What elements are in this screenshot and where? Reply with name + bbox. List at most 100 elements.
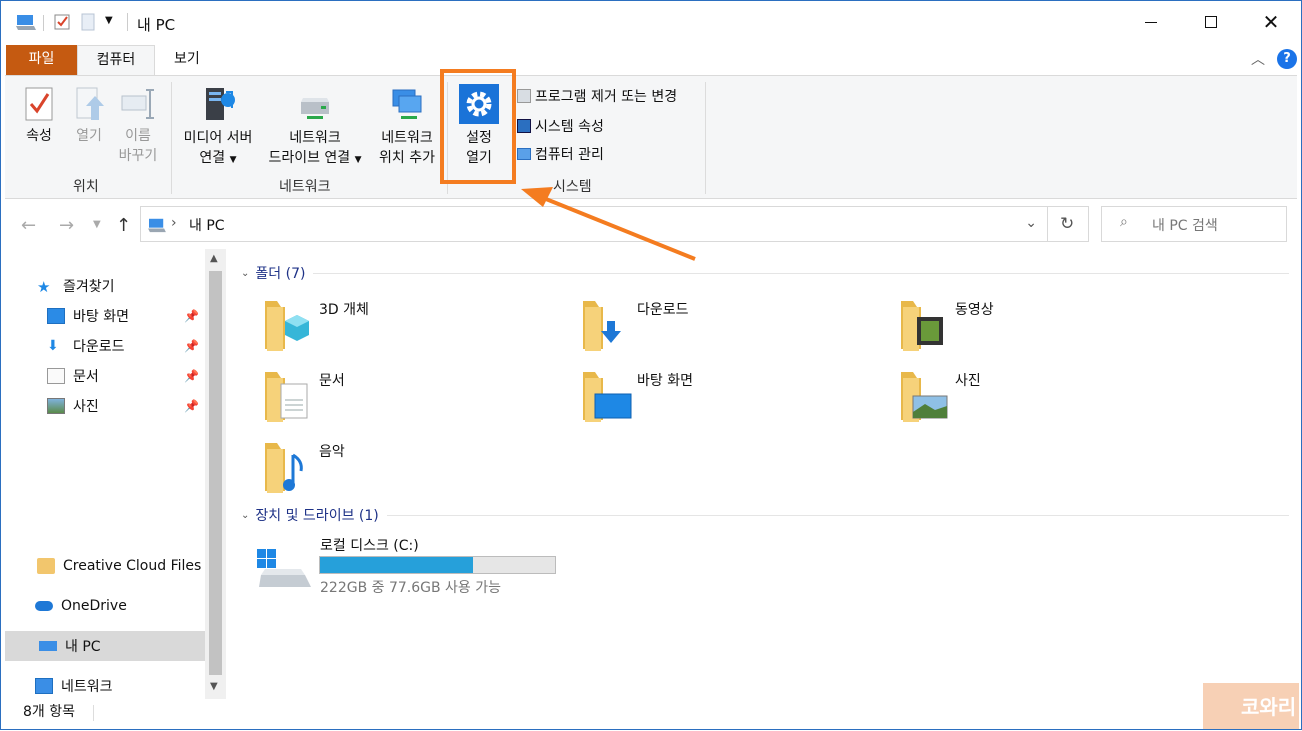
network-icon — [35, 678, 53, 694]
refresh-button[interactable]: ↻ — [1048, 206, 1089, 242]
desktop-folder-icon — [583, 372, 632, 422]
map-drive-button[interactable]: 네트워크 드라이브 연결 ▼ — [261, 84, 369, 170]
folders-header-label: 폴더 (7) — [255, 266, 306, 282]
tab-view[interactable]: 보기 — [161, 45, 213, 75]
uninstall-label: 프로그램 제거 또는 변경 — [535, 89, 678, 105]
back-arrow-icon[interactable]: ← — [21, 215, 36, 236]
folder-label: 동영상 — [955, 302, 994, 318]
properties-button[interactable]: 속성 — [19, 86, 59, 146]
tab-computer[interactable]: 컴퓨터 — [77, 45, 155, 75]
music-folder-icon — [265, 443, 303, 493]
group-separator — [705, 82, 706, 194]
recent-locations-icon[interactable]: ▼ — [93, 219, 101, 230]
nav-creative-cloud[interactable]: Creative Cloud Files — [5, 551, 205, 581]
folder-label: 바탕 화면 — [637, 373, 693, 389]
title-bar: ▼ 내 PC ✕ — [1, 1, 1301, 43]
customize-quick-access-icon[interactable]: ▼ — [105, 15, 113, 37]
help-icon[interactable]: ? — [1277, 49, 1297, 69]
system-properties-button[interactable]: 시스템 속성 — [517, 116, 604, 136]
scroll-thumb[interactable] — [209, 271, 222, 675]
nav-this-pc[interactable]: 내 PC — [5, 631, 205, 661]
drive-usage-bar — [319, 556, 556, 574]
folder-music[interactable]: 음악 — [263, 441, 543, 505]
folder-pictures[interactable]: 사진 — [899, 370, 1179, 434]
computer-management-button[interactable]: 컴퓨터 관리 — [517, 144, 604, 164]
scroll-down-icon[interactable]: ▼ — [210, 681, 218, 692]
3d-objects-folder-icon — [265, 301, 309, 351]
media-server-button[interactable]: 미디어 서버 연결 ▼ — [175, 84, 261, 170]
drive-free-space: 222GB 중 77.6GB 사용 가능 — [320, 580, 502, 596]
nav-scrollbar[interactable]: ▲ ▼ — [205, 249, 226, 699]
nav-onedrive[interactable]: OneDrive — [5, 591, 205, 621]
address-bar[interactable]: › 내 PC ⌄ — [140, 206, 1048, 242]
address-dropdown-icon[interactable]: ⌄ — [1025, 215, 1037, 231]
folders-section-header[interactable]: ⌄ 폴더 (7) — [241, 263, 1289, 283]
tab-file[interactable]: 파일 — [6, 45, 77, 75]
open-button[interactable]: 열기 — [69, 86, 109, 146]
forward-arrow-icon[interactable]: → — [59, 215, 74, 236]
collapse-icon: ⌄ — [241, 267, 250, 279]
collapse-icon: ⌄ — [241, 509, 250, 521]
close-button[interactable]: ✕ — [1241, 1, 1301, 43]
pin-icon[interactable]: 📌 — [184, 369, 199, 383]
address-path[interactable]: 내 PC — [189, 215, 225, 235]
nav-onedrive-label: OneDrive — [61, 598, 127, 614]
nav-desktop[interactable]: 바탕 화면 📌 — [5, 301, 205, 331]
uninstall-button[interactable]: 프로그램 제거 또는 변경 — [517, 86, 677, 106]
nav-downloads[interactable]: ⬇ 다운로드 📌 — [5, 331, 205, 361]
rename-label-2: 바꾸기 — [118, 148, 158, 164]
collapse-ribbon-icon[interactable]: ︿ — [1251, 49, 1265, 69]
add-location-label-1: 네트워크 — [381, 130, 433, 146]
nav-pictures[interactable]: 사진 📌 — [5, 391, 205, 421]
refresh-icon: ↻ — [1060, 214, 1075, 234]
properties-label: 속성 — [26, 128, 52, 144]
folder-videos[interactable]: 동영상 — [899, 299, 1179, 363]
folder-documents[interactable]: 문서 — [263, 370, 543, 434]
search-placeholder: 내 PC 검색 — [1152, 218, 1218, 234]
nav-quick-access-label: 즐겨찾기 — [63, 279, 115, 295]
media-server-label-2: 연결 — [199, 150, 226, 166]
new-folder-quick-icon[interactable] — [81, 13, 95, 35]
map-drive-label-2: 드라이브 연결 — [268, 150, 351, 166]
up-arrow-icon[interactable]: ↑ — [116, 215, 131, 236]
pin-icon[interactable]: 📌 — [184, 399, 199, 413]
nav-documents[interactable]: 문서 📌 — [5, 361, 205, 391]
search-box[interactable]: ⌕ 내 PC 검색 — [1101, 206, 1287, 242]
folder-label: 음악 — [319, 444, 345, 460]
drive-c[interactable]: 로컬 디스크 (C:) 222GB 중 77.6GB 사용 가능 — [255, 535, 565, 596]
documents-folder-icon — [265, 372, 308, 422]
nav-desktop-label: 바탕 화면 — [73, 309, 129, 325]
group-system-label: 시스템 — [553, 179, 592, 195]
onedrive-cloud-icon — [35, 601, 53, 611]
rename-button[interactable]: 이름 바꾸기 — [115, 86, 161, 166]
system-properties-icon — [517, 119, 531, 133]
minimize-button[interactable] — [1121, 1, 1181, 43]
document-icon — [47, 368, 65, 384]
folder-downloads[interactable]: 다운로드 — [581, 299, 861, 363]
folder-label: 3D 개체 — [319, 302, 369, 318]
scroll-up-icon[interactable]: ▲ — [210, 253, 218, 264]
folder-desktop[interactable]: 바탕 화면 — [581, 370, 861, 434]
nav-downloads-label: 다운로드 — [73, 339, 125, 355]
nav-network[interactable]: 네트워크 — [5, 671, 205, 701]
ribbon-tabs: 파일 컴퓨터 보기 ︿ ? — [1, 43, 1301, 75]
pictures-folder-icon — [901, 372, 948, 422]
nav-creative-cloud-label: Creative Cloud Files — [63, 558, 202, 574]
pin-icon[interactable]: 📌 — [184, 309, 199, 323]
maximize-button[interactable] — [1181, 1, 1241, 43]
pc-icon — [148, 218, 166, 233]
media-server-label-1: 미디어 서버 — [183, 130, 253, 146]
settings-highlight-box — [440, 69, 516, 184]
nav-quick-access[interactable]: ★ 즐겨찾기 — [5, 271, 205, 301]
breadcrumb-chevron-icon[interactable]: › — [171, 215, 177, 231]
pictures-icon — [47, 398, 65, 414]
drives-section-header[interactable]: ⌄ 장치 및 드라이브 (1) — [241, 505, 1289, 525]
pin-icon[interactable]: 📌 — [184, 339, 199, 353]
group-network-label: 네트워크 — [279, 179, 331, 195]
add-network-location-button[interactable]: 네트워크 위치 추가 — [371, 84, 443, 168]
properties-quick-icon[interactable] — [53, 13, 71, 35]
videos-folder-icon — [901, 301, 943, 351]
nav-documents-label: 문서 — [73, 369, 99, 385]
folder-3d-objects[interactable]: 3D 개체 — [263, 299, 543, 363]
network-drive-icon — [301, 98, 329, 119]
